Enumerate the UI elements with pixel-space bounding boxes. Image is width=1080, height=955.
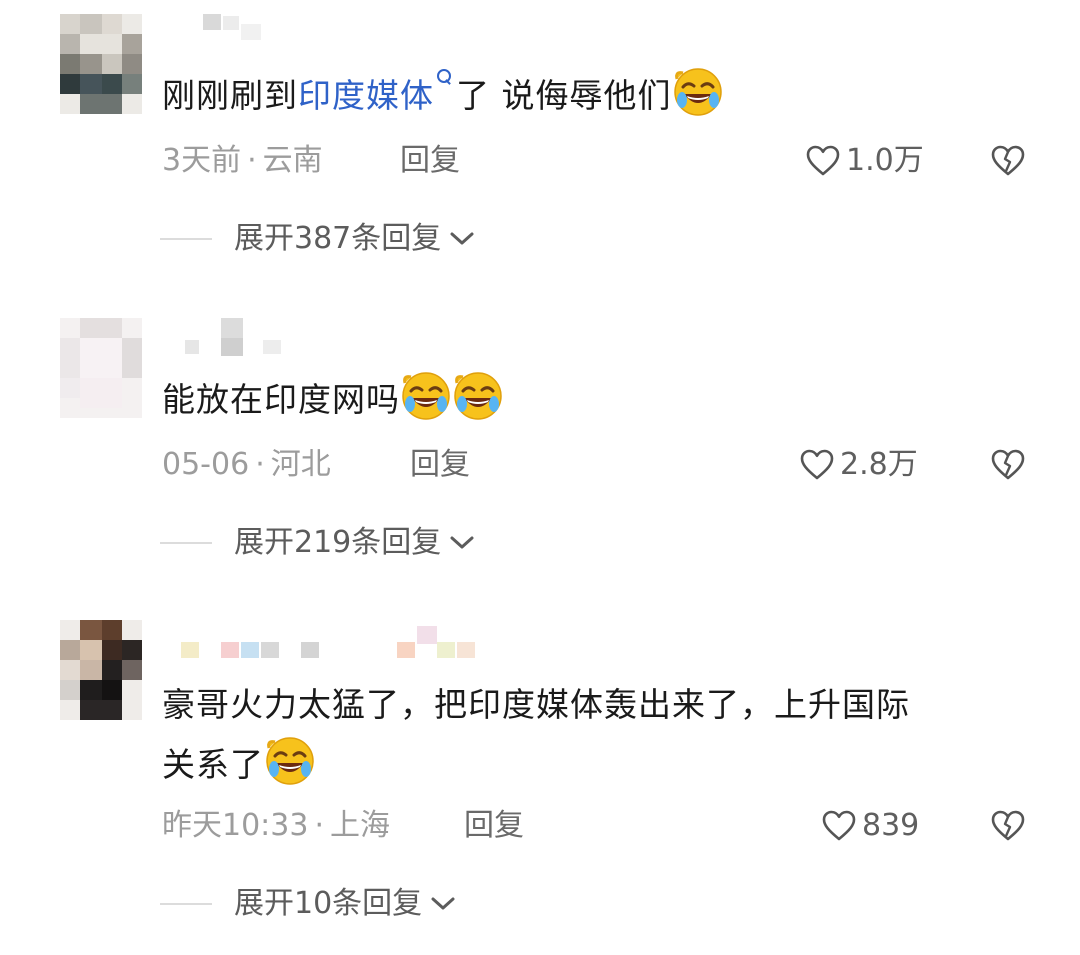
reply-button[interactable]: 回复: [410, 445, 470, 485]
comment-text: 豪哥火力太猛了，把印度媒体轰出来了，上升国际 关系了: [162, 675, 910, 795]
username-pixelated[interactable]: [165, 620, 545, 658]
comment-text-body: 能放在印度网吗: [162, 380, 400, 419]
expand-label: 展开387条回复: [234, 221, 442, 256]
comment-text-line: 豪哥火力太猛了，把印度媒体轰出来了，上升国际: [162, 685, 910, 724]
chevron-down-icon: [450, 536, 474, 549]
comment-meta: 3天前 · 云南: [162, 141, 323, 181]
avatar[interactable]: [60, 14, 142, 114]
comment-location: 上海: [330, 808, 391, 843]
comment-time: 05-06: [162, 447, 250, 482]
like-button[interactable]: 2.8万: [800, 445, 918, 485]
comment-meta: 昨天10:33 · 上海: [162, 806, 390, 846]
dislike-button[interactable]: [988, 806, 1028, 846]
rofl-emoji-icon: [265, 736, 315, 786]
avatar[interactable]: [60, 620, 142, 720]
rofl-emoji-icon: [673, 67, 723, 117]
broken-heart-icon: [991, 810, 1025, 841]
divider: [160, 542, 212, 544]
divider: [160, 238, 212, 240]
expand-replies-button[interactable]: 展开387条回复: [160, 219, 475, 259]
like-count: 1.0万: [846, 143, 924, 178]
avatar[interactable]: [60, 318, 142, 418]
rofl-emoji-icon: [453, 371, 503, 421]
like-count: 839: [862, 808, 920, 843]
username-pixelated[interactable]: [165, 14, 505, 42]
heart-outline-icon: [822, 810, 856, 841]
like-button[interactable]: 839: [822, 806, 919, 846]
search-link[interactable]: 印度媒体: [298, 69, 456, 115]
expand-label: 展开219条回复: [234, 525, 442, 560]
like-count: 2.8万: [840, 447, 918, 482]
comment-text: 能放在印度网吗: [162, 370, 504, 430]
reply-button[interactable]: 回复: [464, 806, 524, 846]
comment-location: 云南: [262, 143, 323, 178]
meta-separator: ·: [247, 143, 257, 178]
comment-text-line2: 关系了: [162, 745, 264, 784]
search-icon: [436, 69, 452, 91]
expand-replies-button[interactable]: 展开10条回复: [160, 884, 456, 924]
broken-heart-icon: [991, 145, 1025, 176]
comment-text-after: 了 说侮辱他们: [456, 76, 672, 115]
meta-separator: ·: [255, 447, 265, 482]
comment-time: 昨天10:33: [162, 808, 309, 843]
chevron-down-icon: [431, 897, 455, 910]
reply-button[interactable]: 回复: [400, 141, 460, 181]
expand-replies-button[interactable]: 展开219条回复: [160, 523, 475, 563]
expand-label: 展开10条回复: [234, 886, 423, 921]
heart-outline-icon: [806, 145, 840, 176]
rofl-emoji-icon: [401, 371, 451, 421]
heart-outline-icon: [800, 449, 834, 480]
comment-meta: 05-06 · 河北: [162, 445, 331, 485]
comment-text-before: 刚刚刷到: [162, 76, 298, 115]
broken-heart-icon: [991, 449, 1025, 480]
dislike-button[interactable]: [988, 445, 1028, 485]
divider: [160, 903, 212, 905]
like-button[interactable]: 1.0万: [806, 141, 924, 181]
comment-location: 河北: [270, 447, 331, 482]
dislike-button[interactable]: [988, 141, 1028, 181]
comment-text-line: 关系了: [162, 735, 910, 795]
comment-text: 刚刚刷到印度媒体了 说侮辱他们: [162, 66, 724, 126]
meta-separator: ·: [314, 808, 325, 843]
chevron-down-icon: [450, 232, 474, 245]
comment-time: 3天前: [162, 143, 242, 178]
username-pixelated[interactable]: [165, 318, 505, 356]
